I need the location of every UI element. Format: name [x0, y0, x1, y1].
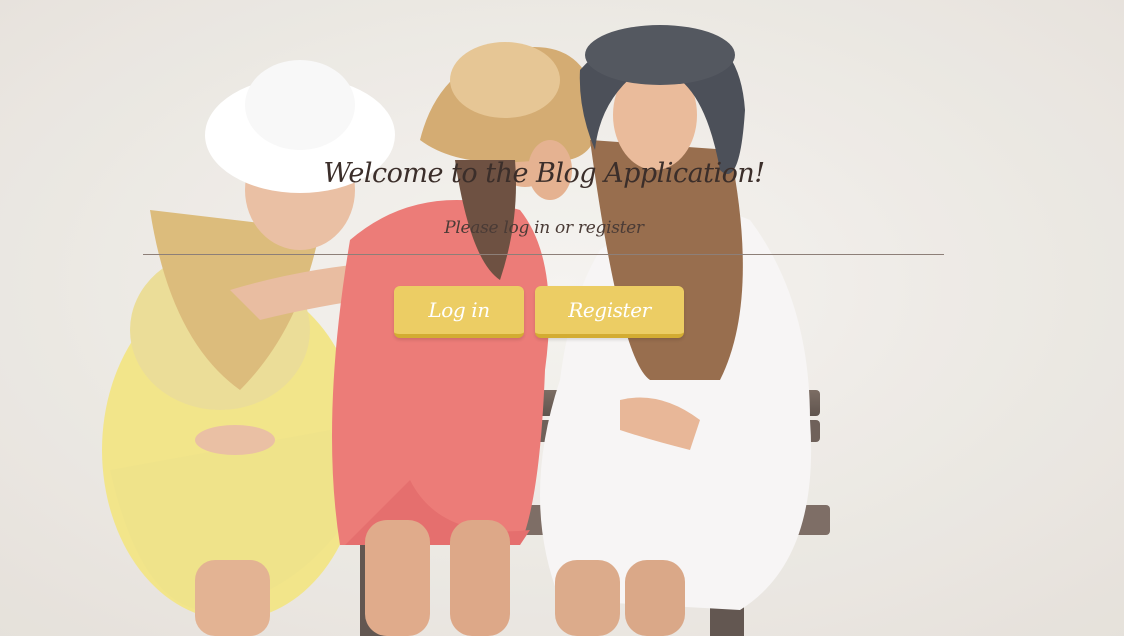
register-button[interactable]: Register [535, 286, 684, 338]
divider [143, 254, 944, 255]
welcome-panel: Welcome to the Blog Application! Please … [0, 0, 1124, 636]
page-title: Welcome to the Blog Application! [323, 158, 765, 189]
page-subtitle: Please log in or register [444, 218, 644, 238]
login-button[interactable]: Log in [394, 286, 524, 338]
